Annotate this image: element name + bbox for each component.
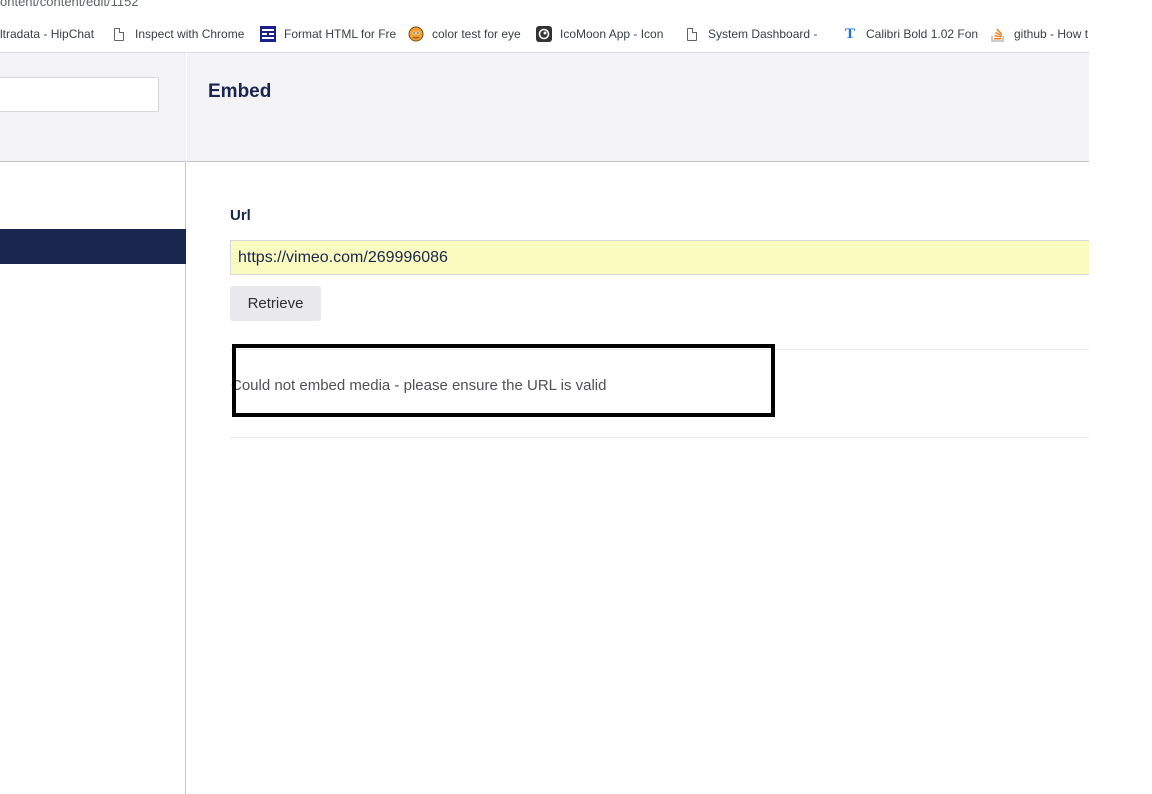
bookmark-hipchat[interactable]: ltradata - HipChat (0, 27, 105, 41)
bookmark-inspect-chrome[interactable]: Inspect with Chrome (105, 26, 254, 42)
monkey-icon (408, 26, 424, 42)
bookmark-github[interactable]: github - How t (984, 26, 1089, 42)
icomoon-icon (536, 26, 552, 42)
sidebar-header (0, 53, 186, 162)
bookmark-icomoon[interactable]: IcoMoon App - Icon (530, 26, 678, 42)
stackoverflow-icon (990, 26, 1006, 42)
tree-search-input[interactable] (0, 77, 159, 112)
bookmark-label: Format HTML for Fre (284, 27, 396, 41)
url-field-label: Url (230, 207, 251, 224)
divider (230, 437, 1089, 438)
content-sidebar (0, 53, 186, 794)
bookmark-system-dashboard[interactable]: System Dashboard - (678, 26, 836, 42)
bookmark-label: ltradata - HipChat (0, 27, 95, 41)
page-icon (111, 26, 127, 42)
editor-header: Embed (187, 53, 1089, 162)
font-t-icon: T (844, 26, 855, 42)
bookmark-calibri-font[interactable]: T Calibri Bold 1.02 Font (836, 26, 984, 42)
bookmark-label: github - How t (1014, 27, 1089, 41)
url-input[interactable] (230, 240, 1089, 275)
bookmark-color-test[interactable]: color test for eye (402, 26, 530, 42)
bookmark-label: Inspect with Chrome (135, 27, 245, 41)
bookmark-format-html[interactable]: Format HTML for Fre (254, 26, 402, 42)
annotation-highlight-box (232, 344, 775, 417)
page-title: Embed (208, 81, 272, 102)
address-text: ontent/content/edit/1152 (0, 0, 139, 9)
page-icon (684, 26, 700, 42)
bookmarks-bar: ltradata - HipChat Inspect with Chrome F… (0, 16, 1089, 53)
bookmark-label: System Dashboard - (708, 27, 818, 41)
bookmark-label: color test for eye (432, 27, 521, 41)
browser-address-bar[interactable]: ontent/content/edit/1152 (0, 0, 1089, 16)
bookmark-label: IcoMoon App - Icon (560, 27, 664, 41)
bookmark-label: Calibri Bold 1.02 Font (866, 27, 978, 41)
tree-item-selected[interactable] (0, 229, 186, 264)
format-html-icon (260, 26, 276, 42)
retrieve-button[interactable]: Retrieve (230, 286, 321, 321)
